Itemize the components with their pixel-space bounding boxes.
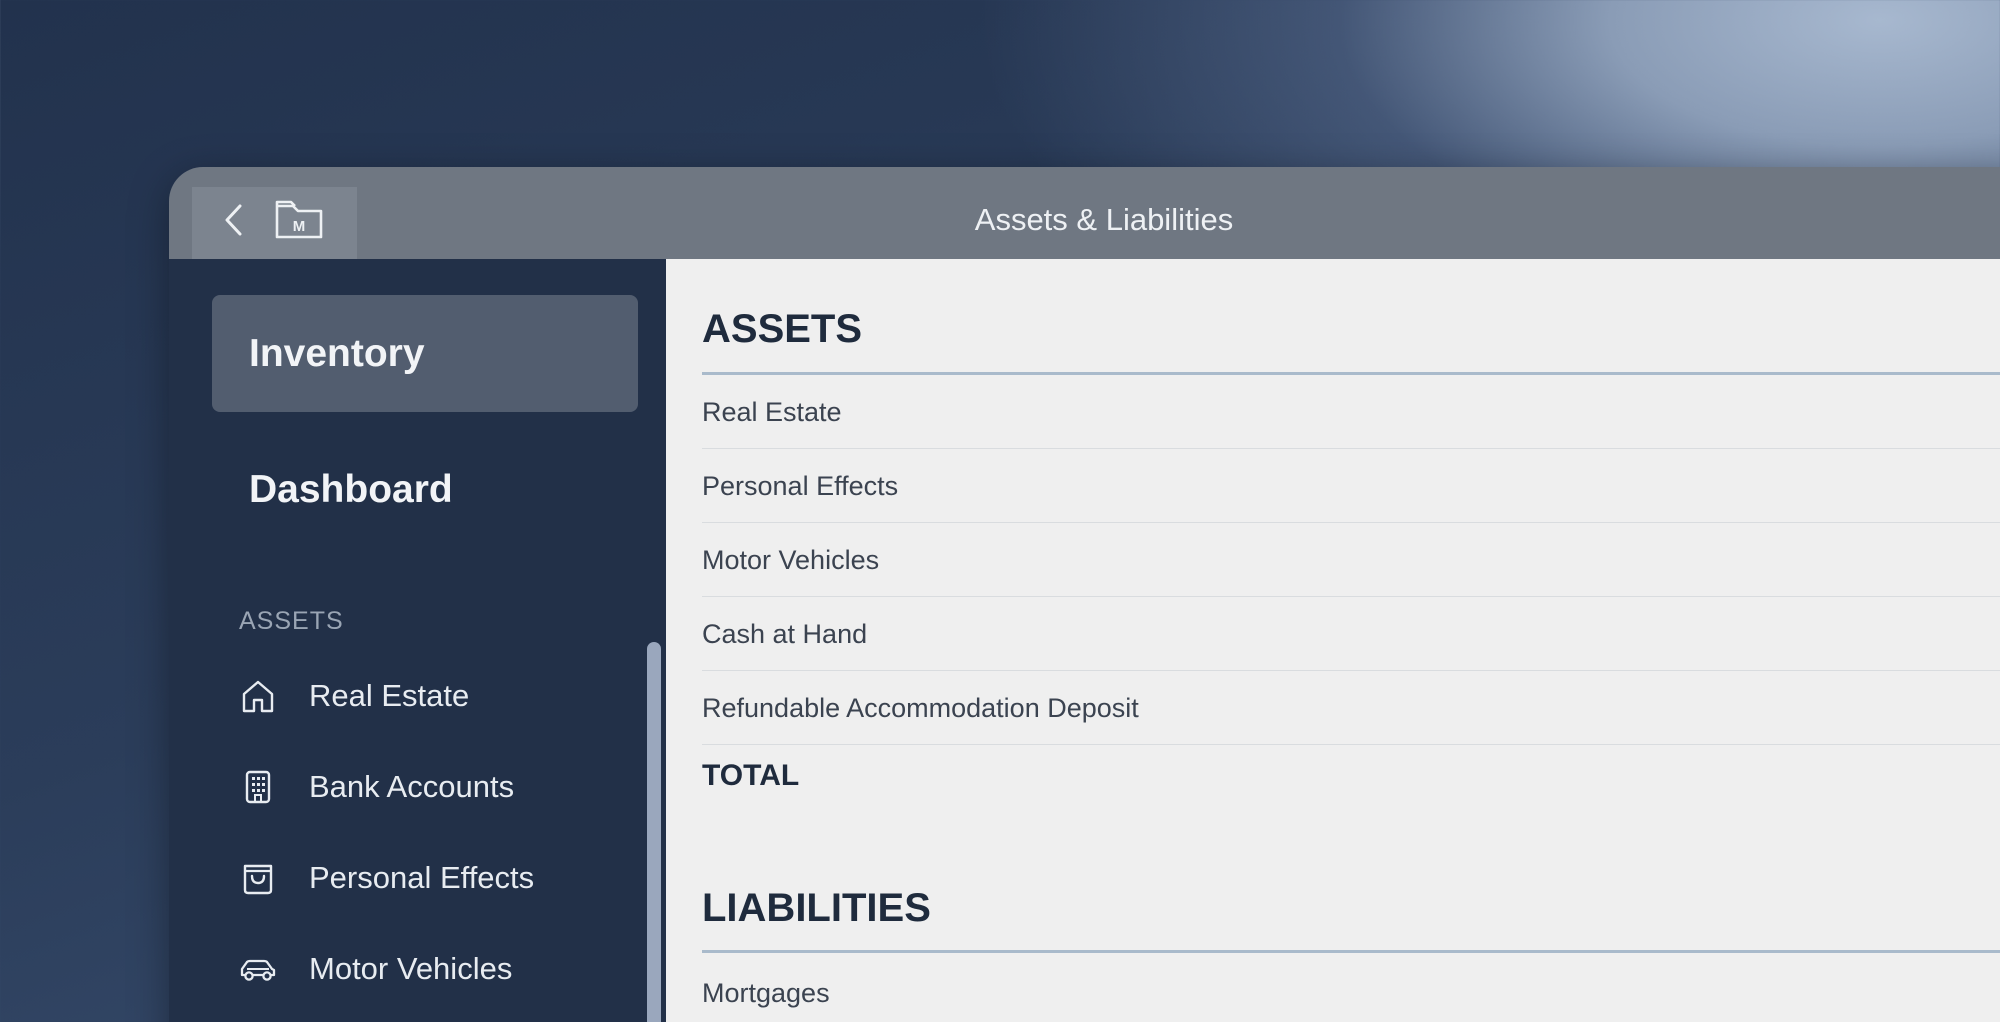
sidebar-item-bank-accounts[interactable]: Bank Accounts	[239, 757, 619, 817]
sidebar-item-label: Motor Vehicles	[309, 951, 513, 986]
asset-row-personal-effects[interactable]: Personal Effects	[702, 449, 2000, 523]
home-icon	[239, 677, 277, 715]
app-window: M Assets & Liabilities Inventory Dashboa…	[169, 167, 2000, 1022]
car-icon	[239, 950, 277, 988]
sidebar-item-dashboard[interactable]: Dashboard	[212, 431, 638, 548]
sidebar: Inventory Dashboard ASSETS Real Estate B…	[169, 259, 666, 1022]
sidebar-item-label: Personal Effects	[309, 860, 535, 895]
assets-total-label: TOTAL	[702, 759, 800, 792]
sidebar-item-label: Bank Accounts	[309, 769, 515, 804]
liabilities-divider	[702, 950, 2000, 953]
title-bar: M Assets & Liabilities	[169, 167, 2000, 259]
assets-heading: ASSETS	[702, 307, 863, 351]
sidebar-item-motor-vehicles[interactable]: Motor Vehicles	[239, 939, 619, 999]
asset-row-real-estate[interactable]: Real Estate	[702, 375, 2000, 449]
sidebar-item-personal-effects[interactable]: Personal Effects	[239, 848, 619, 908]
asset-row-cash-at-hand[interactable]: Cash at Hand	[702, 597, 2000, 671]
sidebar-item-real-estate[interactable]: Real Estate	[239, 666, 619, 726]
sidebar-scrollbar[interactable]	[647, 642, 661, 1022]
sidebar-section-label: ASSETS	[239, 607, 344, 635]
main-content: ASSETS Real Estate Personal Effects Moto…	[666, 259, 2000, 1022]
window-title: Assets & Liabilities	[974, 202, 1234, 237]
asset-row-refundable-accommodation-deposit[interactable]: Refundable Accommodation Deposit	[702, 671, 2000, 745]
asset-row-motor-vehicles[interactable]: Motor Vehicles	[702, 523, 2000, 597]
building-icon	[239, 768, 277, 806]
liability-row-mortgages[interactable]: Mortgages	[702, 956, 2000, 1022]
sidebar-item-inventory[interactable]: Inventory	[212, 295, 638, 412]
sidebar-item-label: Real Estate	[309, 678, 470, 713]
bag-icon	[239, 859, 277, 897]
liabilities-heading: LIABILITIES	[702, 886, 931, 930]
